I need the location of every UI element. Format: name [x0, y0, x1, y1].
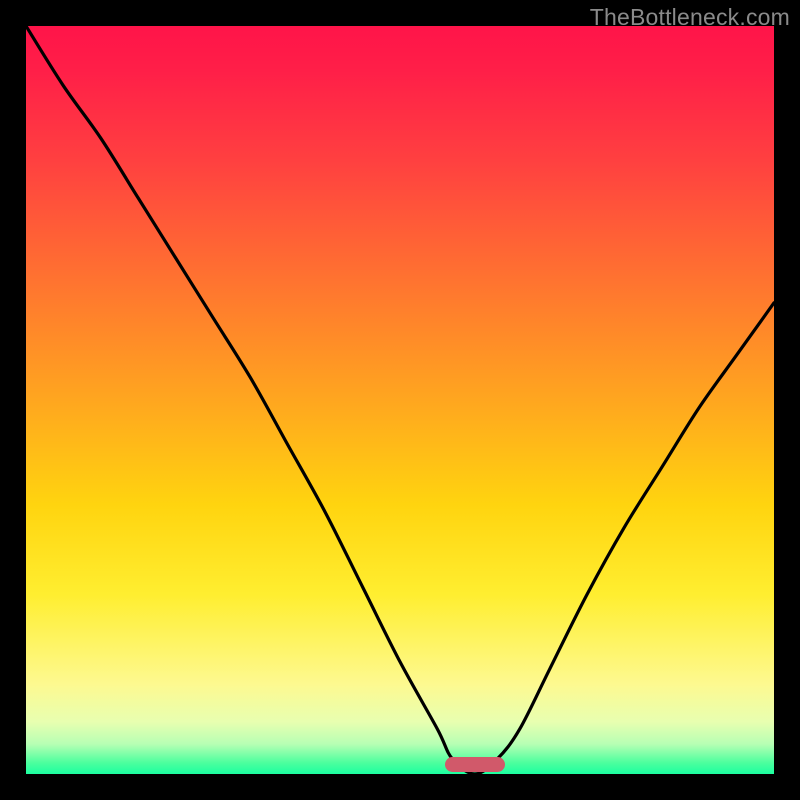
plot-area	[26, 26, 774, 774]
min-marker	[445, 757, 505, 772]
bottleneck-curve	[26, 26, 774, 774]
chart-frame: TheBottleneck.com	[0, 0, 800, 800]
